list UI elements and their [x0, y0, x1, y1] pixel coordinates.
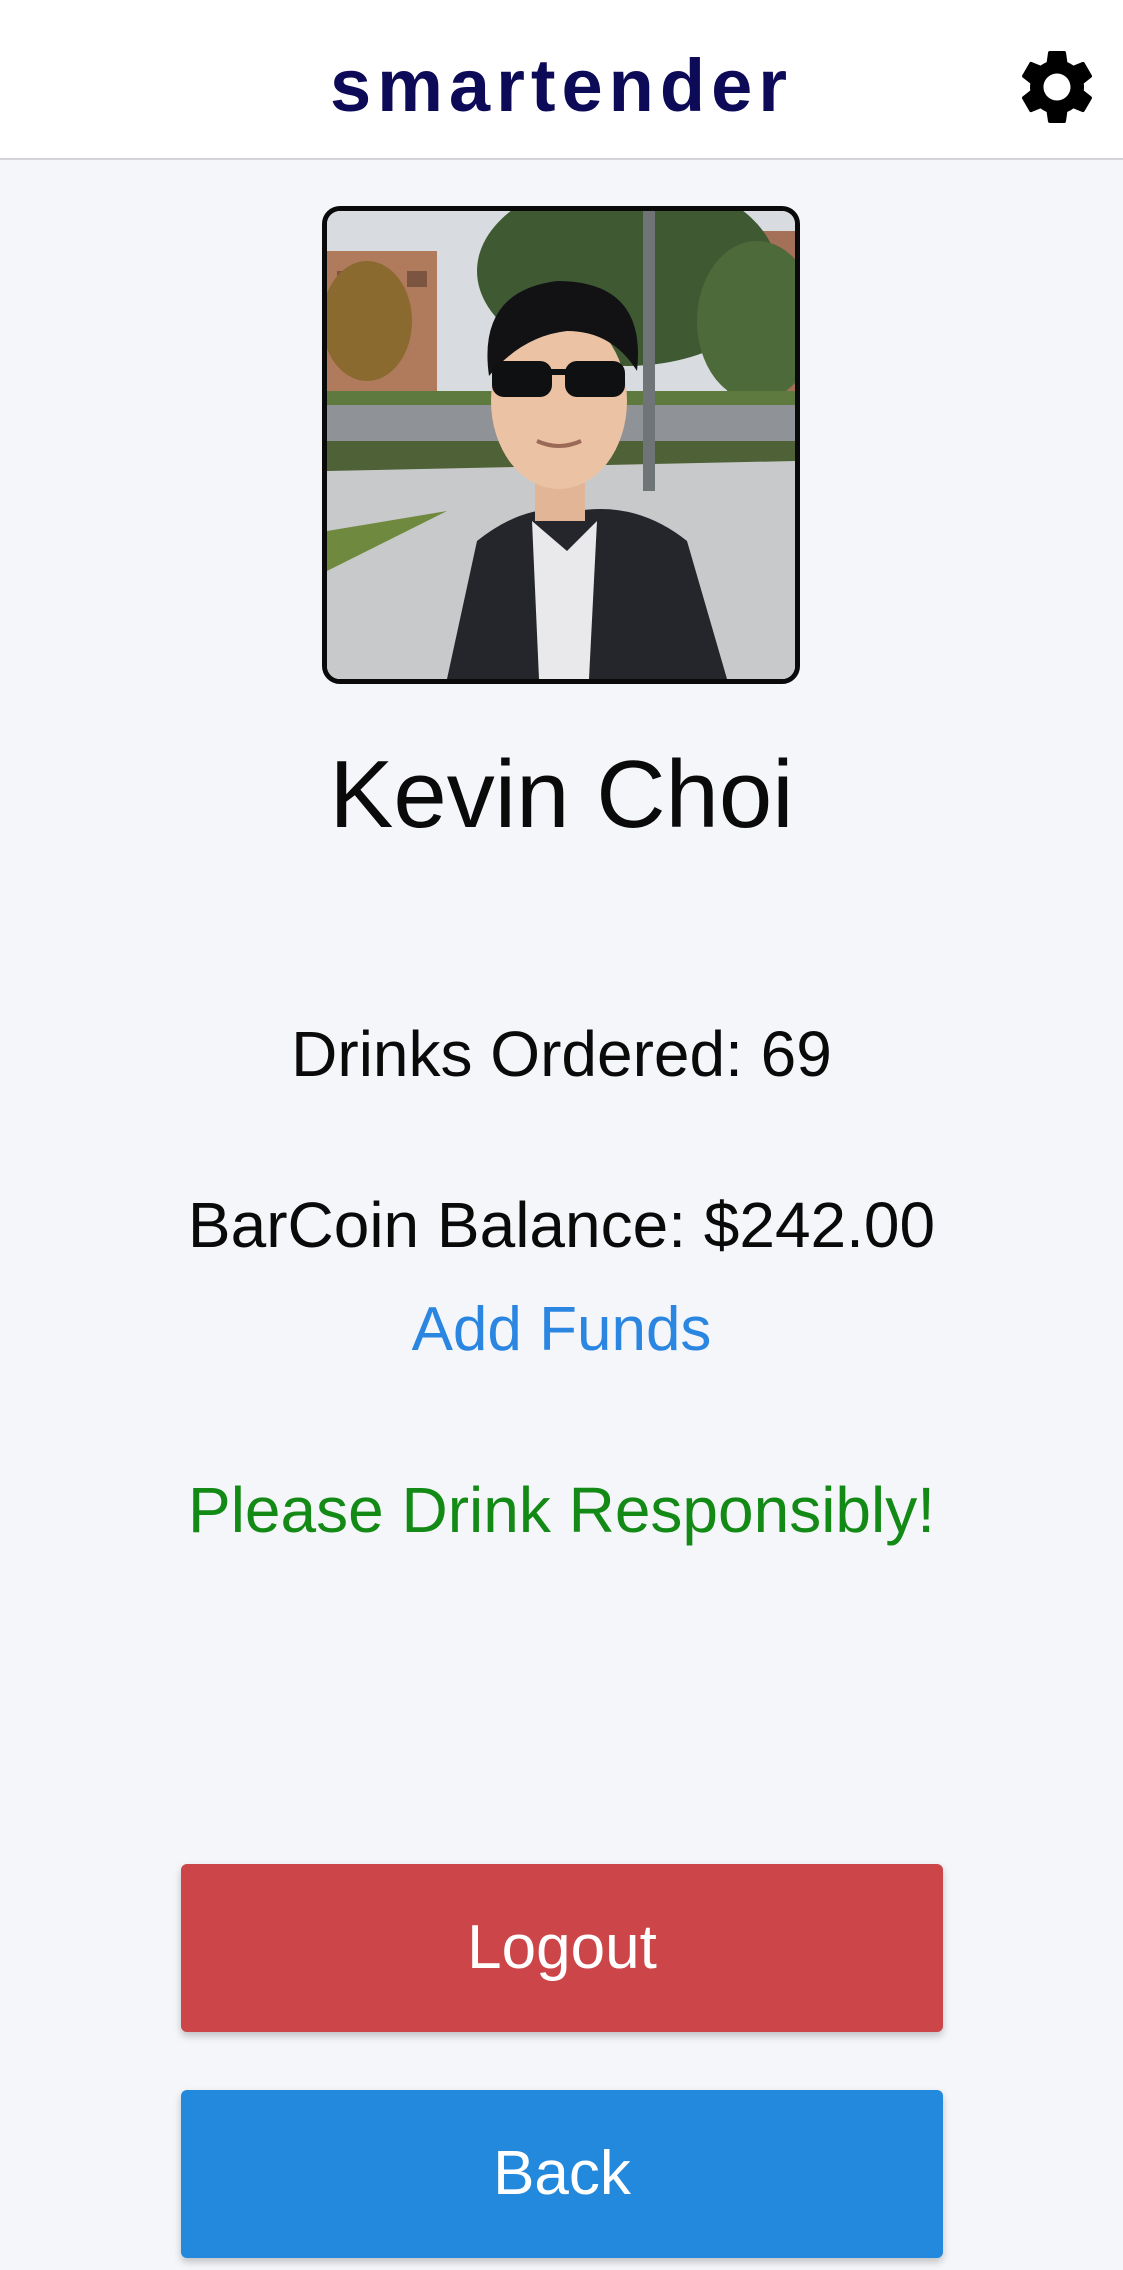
barcoin-balance-text: BarCoin Balance: $242.00 [187, 1189, 936, 1261]
logout-button[interactable]: Logout [181, 1864, 943, 2032]
drinks-ordered-text: Drinks Ordered: 69 [291, 1018, 832, 1090]
back-button[interactable]: Back [181, 2090, 943, 2258]
user-name: Kevin Choi [329, 741, 794, 848]
profile-photo [327, 211, 795, 679]
gear-icon [1021, 50, 1093, 123]
app-header: smartender [0, 0, 1123, 160]
drink-responsibly-notice: Please Drink Responsibly! [188, 1474, 935, 1546]
add-funds-link[interactable]: Add Funds [380, 1290, 743, 1370]
app-title: smartender [329, 44, 794, 127]
settings-button[interactable] [1012, 42, 1102, 132]
profile-avatar [322, 206, 800, 684]
